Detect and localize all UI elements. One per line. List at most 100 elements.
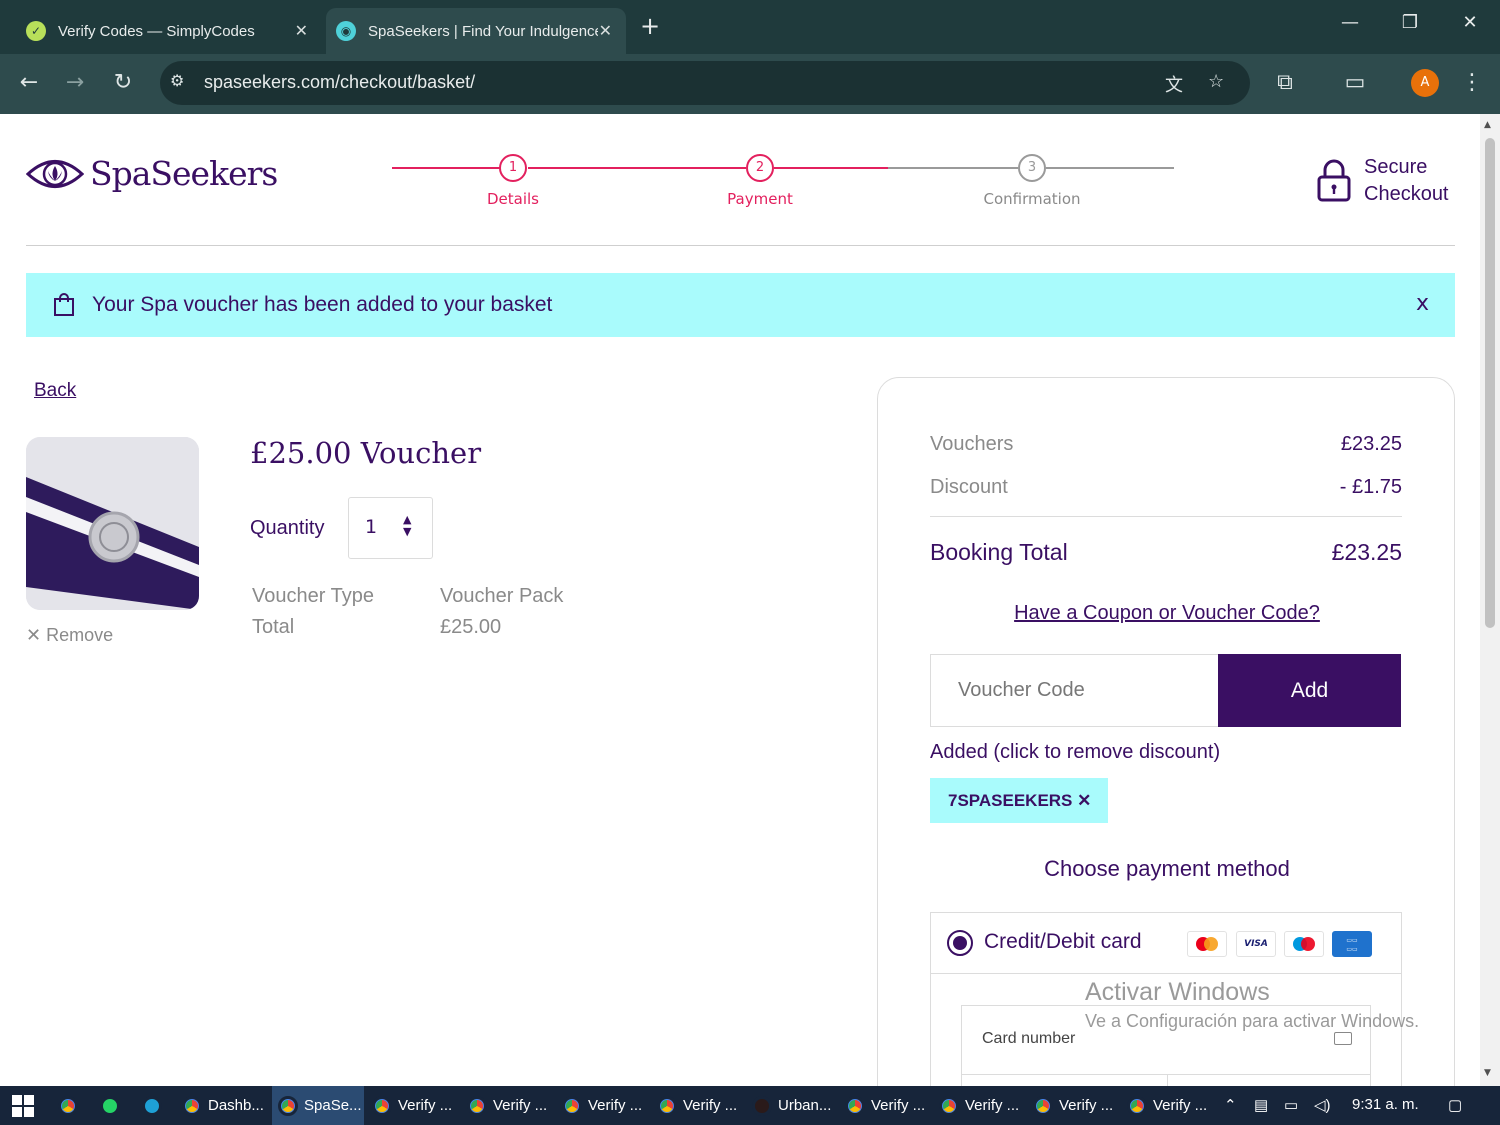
remove-label: Remove [46, 625, 114, 645]
watermark-subtitle: Ve a Configuración para activar Windows. [1085, 1011, 1420, 1031]
quantity-stepper[interactable]: 1 ▲ ▼ [348, 497, 433, 559]
eye-lotus-icon [26, 159, 84, 188]
edge-taskbar-icon[interactable] [142, 1086, 168, 1125]
voucher-type-label: Voucher Type [252, 585, 374, 607]
windows-start-icon[interactable] [12, 1086, 34, 1125]
summary-divider [930, 516, 1402, 517]
vouchers-value: £23.25 [1340, 433, 1402, 455]
reload-icon[interactable]: ↻ [108, 70, 138, 95]
taskbar-window-verify[interactable]: Verify ... [562, 1086, 642, 1125]
taskbar-window-verify[interactable]: Verify ... [467, 1086, 547, 1125]
added-discount-text[interactable]: Added (click to remove discount) [930, 741, 1220, 764]
step-1-circle: 1 [499, 154, 527, 182]
header-divider [26, 245, 1455, 246]
browser-tab-verify-codes[interactable]: ✓ Verify Codes — SimplyCodes ✕ [16, 8, 322, 54]
card-option-label: Credit/Debit card [984, 930, 1142, 953]
payment-method-heading: Choose payment method [1044, 856, 1290, 881]
taskbar-window-verify[interactable]: Verify ... [657, 1086, 737, 1125]
applied-code-chip[interactable]: 7SPASEEKERS ✕ [930, 778, 1108, 823]
total-value: £25.00 [440, 616, 502, 638]
remove-item-button[interactable]: ✕ Remove [26, 625, 113, 646]
checkout-page: SpaSeekers 1 Details 2 Payment 3 Confirm… [0, 114, 1480, 1086]
close-tab-icon[interactable]: ✕ [599, 21, 612, 41]
remove-code-icon[interactable]: ✕ [1077, 791, 1091, 810]
card-number-label: Card number [982, 1030, 1076, 1047]
address-bar[interactable]: ⚙ spaseekers.com/checkout/basket/ 文 ☆ [160, 61, 1250, 105]
maestro-icon [1284, 931, 1324, 957]
padlock-icon [1317, 159, 1351, 202]
card-icon [1334, 1032, 1352, 1045]
voucher-code-input[interactable] [930, 654, 1219, 727]
voucher-type-value: Voucher Pack [440, 585, 564, 607]
taskbar-window-dashboard[interactable]: Dashb... [182, 1086, 264, 1125]
taskbar-window-verify[interactable]: Verify ... [372, 1086, 452, 1125]
scroll-up-icon[interactable]: ▲ [1484, 120, 1491, 130]
scroll-down-icon[interactable]: ▼ [1484, 1068, 1491, 1078]
booking-total-label: Booking Total [930, 539, 1068, 565]
back-arrow-icon[interactable]: ← [14, 70, 44, 95]
checkout-label: Checkout [1364, 183, 1449, 205]
card-expiry-cvc-fields[interactable] [961, 1074, 1371, 1086]
step-2-circle: 2 [746, 154, 774, 182]
restore-icon[interactable]: ❐ [1390, 12, 1430, 33]
coupon-code-link[interactable]: Have a Coupon or Voucher Code? [878, 602, 1456, 625]
taskbar-window-verify[interactable]: Verify ... [1127, 1086, 1207, 1125]
step-confirmation-label: Confirmation [983, 190, 1081, 208]
profile-avatar[interactable]: A [1411, 69, 1439, 97]
booking-total-value: £23.25 [1331, 539, 1402, 565]
quantity-value: 1 [365, 516, 378, 538]
tray-app-icon[interactable]: ▤ [1254, 1096, 1268, 1114]
taskbar-window-spaseekers[interactable]: SpaSe... [272, 1086, 364, 1125]
voucher-title: £25.00 Voucher [250, 436, 482, 470]
close-tab-icon[interactable]: ✕ [295, 21, 308, 41]
tab-search-icon[interactable]: ▭ [1340, 70, 1370, 95]
close-window-icon[interactable]: ✕ [1450, 12, 1490, 33]
taskbar-window-verify[interactable]: Verify ... [939, 1086, 1019, 1125]
mastercard-icon [1187, 931, 1227, 957]
volume-icon[interactable]: ◁) [1314, 1096, 1331, 1114]
spaseekers-favicon-icon: ◉ [336, 21, 356, 41]
spaseekers-logo[interactable]: SpaSeekers [26, 154, 278, 193]
step-3-circle: 3 [1018, 154, 1046, 182]
bookmark-star-icon[interactable]: ☆ [1208, 71, 1224, 92]
card-radio-button[interactable] [947, 930, 973, 956]
page-scrollbar[interactable]: ▲ ▼ [1480, 114, 1500, 1086]
back-link[interactable]: Back [34, 380, 76, 402]
tab-title: Verify Codes — SimplyCodes [58, 22, 255, 40]
extensions-icon[interactable]: ⧉ [1270, 70, 1300, 95]
shopping-bag-icon [54, 293, 74, 316]
taskbar-window-verify[interactable]: Verify ... [1033, 1086, 1113, 1125]
url-text[interactable]: spaseekers.com/checkout/basket/ [204, 72, 475, 93]
taskbar-window-urban[interactable]: Urban... [752, 1086, 831, 1125]
notifications-icon[interactable]: ▢ [1448, 1096, 1462, 1114]
watermark-title: Activar Windows [1085, 978, 1270, 1006]
windows-taskbar: Dashb... SpaSe... Verify ... Verify ... … [0, 1086, 1500, 1125]
scrollbar-thumb[interactable] [1485, 138, 1495, 628]
notice-close-button[interactable]: x [1416, 291, 1429, 316]
translate-icon[interactable]: 文 [1165, 71, 1183, 97]
voucher-product-image [26, 437, 199, 610]
browser-toolbar: ← → ↻ ⚙ spaseekers.com/checkout/basket/ … [0, 54, 1500, 114]
applied-code: 7SPASEEKERS [948, 791, 1073, 810]
secure-label: Secure [1364, 156, 1428, 178]
card-payment-option[interactable]: Credit/Debit card VISA ▭▭ ▭▭ [931, 913, 1401, 974]
site-info-icon[interactable]: ⚙ [170, 71, 184, 90]
total-label: Total [252, 616, 295, 638]
basket-notice-banner: Your Spa voucher has been added to your … [26, 273, 1455, 337]
new-tab-icon[interactable]: + [640, 12, 660, 40]
tray-chevron-icon[interactable]: ⌃ [1224, 1096, 1237, 1114]
network-icon[interactable]: ▭ [1284, 1096, 1298, 1114]
browser-menu-icon[interactable]: ⋮ [1457, 70, 1487, 95]
stepper-arrows-icon[interactable]: ▲ ▼ [403, 514, 411, 538]
add-voucher-button[interactable]: Add [1218, 654, 1401, 727]
clock-time[interactable]: 9:31 a. m. [1352, 1096, 1419, 1113]
visa-icon: VISA [1236, 931, 1276, 957]
browser-tab-spaseekers[interactable]: ◉ SpaSeekers | Find Your Indulgence ✕ [326, 8, 626, 54]
quantity-label: Quantity [250, 517, 325, 539]
chrome-taskbar-icon[interactable] [58, 1086, 84, 1125]
minimize-icon[interactable]: — [1330, 12, 1370, 33]
step-payment-label: Payment [727, 190, 793, 208]
forward-arrow-icon[interactable]: → [60, 70, 90, 95]
taskbar-window-verify[interactable]: Verify ... [845, 1086, 925, 1125]
whatsapp-taskbar-icon[interactable] [100, 1086, 126, 1125]
